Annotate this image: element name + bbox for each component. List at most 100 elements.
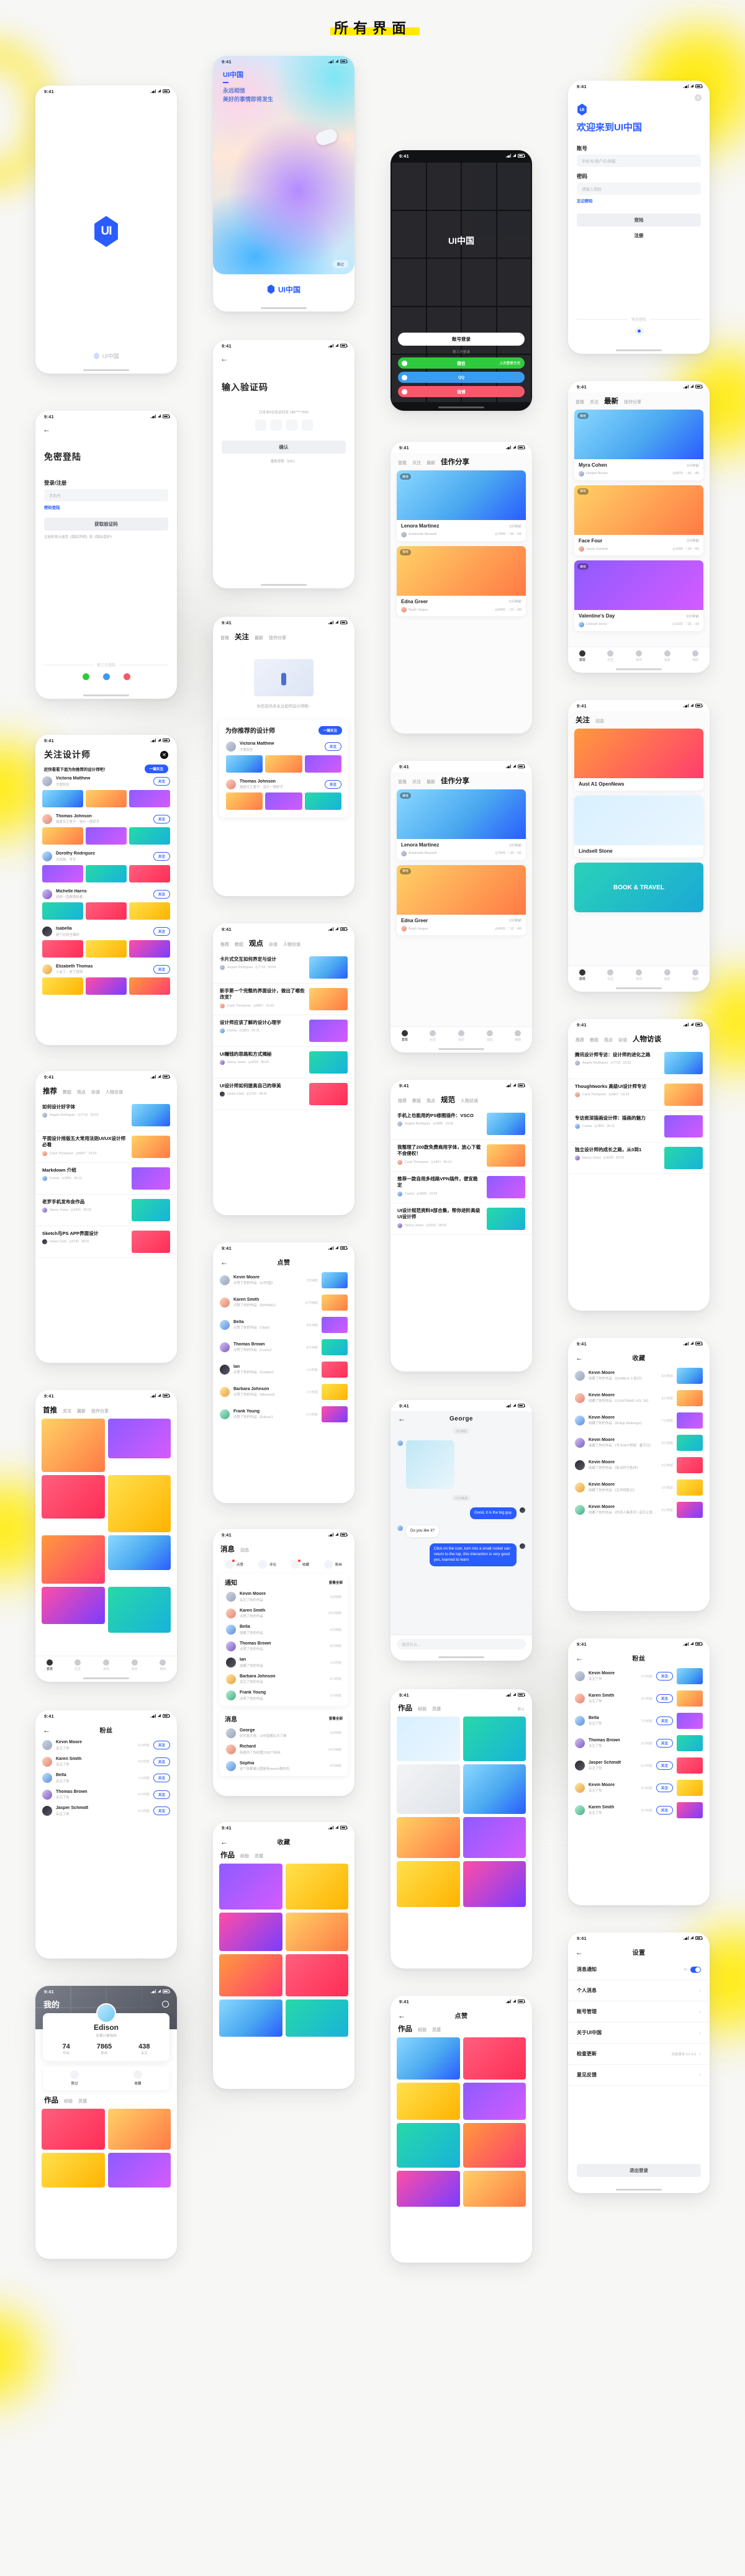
article-row[interactable]: 腾讯设计师专访：设计师的进化之路 Angela Rodriguez ◎7716 03:… [568,1048,710,1079]
card-image[interactable]: 推荐 [397,864,526,915]
grid-item[interactable] [219,1864,282,1910]
tabbar-item-我的[interactable]: 我的 [160,1659,166,1671]
grid-item[interactable] [397,2123,460,2168]
feed-card[interactable]: 推荐 Lenora Martinez 3分钟前 Antoinette Maxwell ◎… [397,789,526,860]
stat-item[interactable]: 74 作品 [62,2043,70,2055]
tabbar-item-社区[interactable]: 社区 [74,1659,81,1671]
article-thumbnail[interactable] [487,1208,525,1230]
tab-推荐[interactable]: 推荐 [398,1098,407,1104]
list-item[interactable]: Bella 收藏了你的作品 4分钟前 [219,1622,348,1638]
list-item[interactable]: Bella 关注了你 7小时前 关注 [568,1710,710,1732]
article-row[interactable]: 新手第一个完整的界面设计，做出了哪些改变？ Carol Thompson ◎6807… [213,984,354,1015]
follow-button[interactable]: 关注 [153,852,170,861]
list-item[interactable]: Karen Smith 点赞了你的作品 10分钟前 [219,1605,348,1622]
list-item[interactable]: Karen Smith 关注了你 3小时前 关注 [568,1799,710,1821]
tab-规范[interactable]: 规范 [441,1095,455,1105]
article-thumbnail[interactable] [309,1083,348,1105]
item-thumbnail[interactable] [677,1368,703,1384]
tab-首推[interactable]: 首推 [398,460,407,466]
grid-item[interactable] [397,1861,460,1907]
list-item[interactable]: Kevin Moore 收藏了你的作品 《生命悦脸记》 1小时前 [568,1476,710,1499]
confirm-button[interactable]: 确认 [222,441,346,454]
tab-人物访谈[interactable]: 人物访谈 [461,1098,478,1104]
work-thumbnail[interactable] [129,827,170,845]
article-row[interactable]: UI设计师如何提高自己的审美 Helen Clark ◎2190 08:41 [213,1079,354,1110]
article-row[interactable]: 卡片式交互如何界定与设计 Angela Rodriguez ◎7716 03:03 [213,952,354,984]
list-item[interactable]: Victoria Matthew 才貌双全 关注 [35,773,177,790]
tabbar-item-我的[interactable]: 我的 [515,1030,521,1042]
tab-关注[interactable]: 关注 [412,460,421,466]
work-thumbnail[interactable] [42,789,83,807]
article-thumbnail[interactable] [132,1231,170,1253]
tab-杂谈[interactable]: 杂谈 [91,1089,100,1095]
skip-button[interactable]: 跳过 [332,260,348,268]
list-item[interactable]: Thomas Brown 关注了你 5小时前 关注 [568,1732,710,1754]
card-image[interactable]: 推荐 [397,545,526,596]
item-thumbnail[interactable] [322,1339,348,1355]
list-item[interactable]: Ian 收藏了你的作品 1小时前 [219,1654,348,1671]
tabbar-item-资讯[interactable]: 资讯 [635,650,642,662]
article-row[interactable]: UI赚钱的思路和方式揭秘 Nancy Jones ◎4209 05:03 [213,1047,354,1079]
tab-推荐[interactable]: 推荐 [220,941,229,948]
tab-杂谈[interactable]: 杂谈 [269,941,278,948]
grid-item[interactable] [463,2171,526,2207]
work-thumbnail[interactable] [42,977,83,995]
article-row[interactable]: 如何设计好字体 Angela Rodriguez ◎7716 03:03 [35,1100,177,1131]
work-thumbnail[interactable] [129,940,170,958]
tab-首推[interactable]: 首推 [43,1405,57,1415]
list-item[interactable]: Dorothy Rodriguez 大四狗、写手 关注 [35,848,177,865]
item-thumbnail[interactable] [677,1802,703,1818]
tab-最新[interactable]: 最新 [255,635,263,641]
tab-教程[interactable]: 教程 [590,1037,598,1043]
settings-row[interactable]: 检查更新 当前版本:V1.0.0 › [568,2044,710,2065]
work-thumbnail[interactable] [42,864,83,882]
item-thumbnail[interactable] [677,1435,703,1451]
tab-关注[interactable]: 关注 [576,715,590,725]
article-row[interactable]: Thoughtworks 高级UI设计师专访 Carol Thompson ◎680… [568,1079,710,1111]
list-item[interactable]: Kevin Moore 收藏了你的作品 《DUBBLE 3 设计》 5小时前 [568,1365,710,1387]
follow-button[interactable]: 关注 [153,1741,170,1750]
wechat-label[interactable]: 微信 [457,360,465,366]
back-button[interactable]: ← [220,1838,228,1846]
tab-灵感[interactable]: 灵感 [432,2027,441,2033]
tab-关注[interactable]: 关注 [412,779,421,785]
grid-item[interactable] [285,1913,348,1951]
list-item[interactable]: Karen Smith 关注了你 3小时前 关注 [35,1754,177,1770]
follow-button[interactable]: 关注 [324,779,341,789]
tab-首推[interactable]: 首推 [576,399,584,405]
item-thumbnail[interactable] [677,1780,703,1796]
tab-最新[interactable]: 最新 [604,396,618,406]
list-item[interactable]: Frank Young 点赞了你的作品 《Edison》 2小时前 [213,1403,354,1425]
grid-item[interactable] [219,1954,282,1996]
list-item[interactable]: Kevin Moore 收藏了你的作品 《B App Redesign》 7小时前 [568,1409,710,1432]
item-thumbnail[interactable] [677,1457,703,1473]
item-thumbnail[interactable] [322,1406,348,1422]
tab-最新[interactable]: 最新 [77,1408,86,1414]
quick-action-收藏[interactable]: 收藏 [291,1560,309,1569]
card-image[interactable]: 推荐 [574,560,703,610]
tabbar-item-发现[interactable]: 发现 [46,1659,53,1671]
follow-button[interactable]: 关注 [153,889,170,899]
work-thumbnail[interactable] [129,864,170,882]
follow-button[interactable]: 关注 [153,964,170,974]
wechat-icon[interactable] [82,673,89,680]
grid-item[interactable] [219,1913,282,1951]
back-button[interactable]: ← [576,1949,583,1956]
tab-教程[interactable]: 教程 [235,941,243,948]
article-row[interactable]: 手机上也能用的PS修图插件：VSCO Angela Rodriguez ◎2885 1… [391,1108,532,1140]
tab-观点[interactable]: 观点 [427,1098,435,1104]
item-thumbnail[interactable] [677,1479,703,1496]
grid-item[interactable] [107,1587,171,1633]
list-item[interactable]: Sophia 这个效果展示图是用sketch做的吗 4分钟前 [219,1758,348,1775]
list-item[interactable]: Kevin Moore 收藏了你的作品 《件风人集系列 | 音乐让我沉淀》 5小时前 [568,1499,710,1521]
code-input[interactable] [222,420,346,431]
list-item[interactable]: Thomas Johnson 独居天王爱子、设计一把好手 关注 [219,776,348,793]
logout-button[interactable]: 退出登录 [577,2164,701,2177]
follow-button[interactable]: 关注 [153,777,170,786]
card-image[interactable]: 推荐 [574,410,703,459]
list-item[interactable]: Elizabeth Thomas 人淡了、老了就呗 关注 [35,961,177,978]
follow-button[interactable]: 关注 [324,742,341,752]
article-thumbnail[interactable] [487,1176,525,1198]
article-thumbnail[interactable] [309,988,348,1010]
grid-item[interactable] [107,1535,171,1570]
